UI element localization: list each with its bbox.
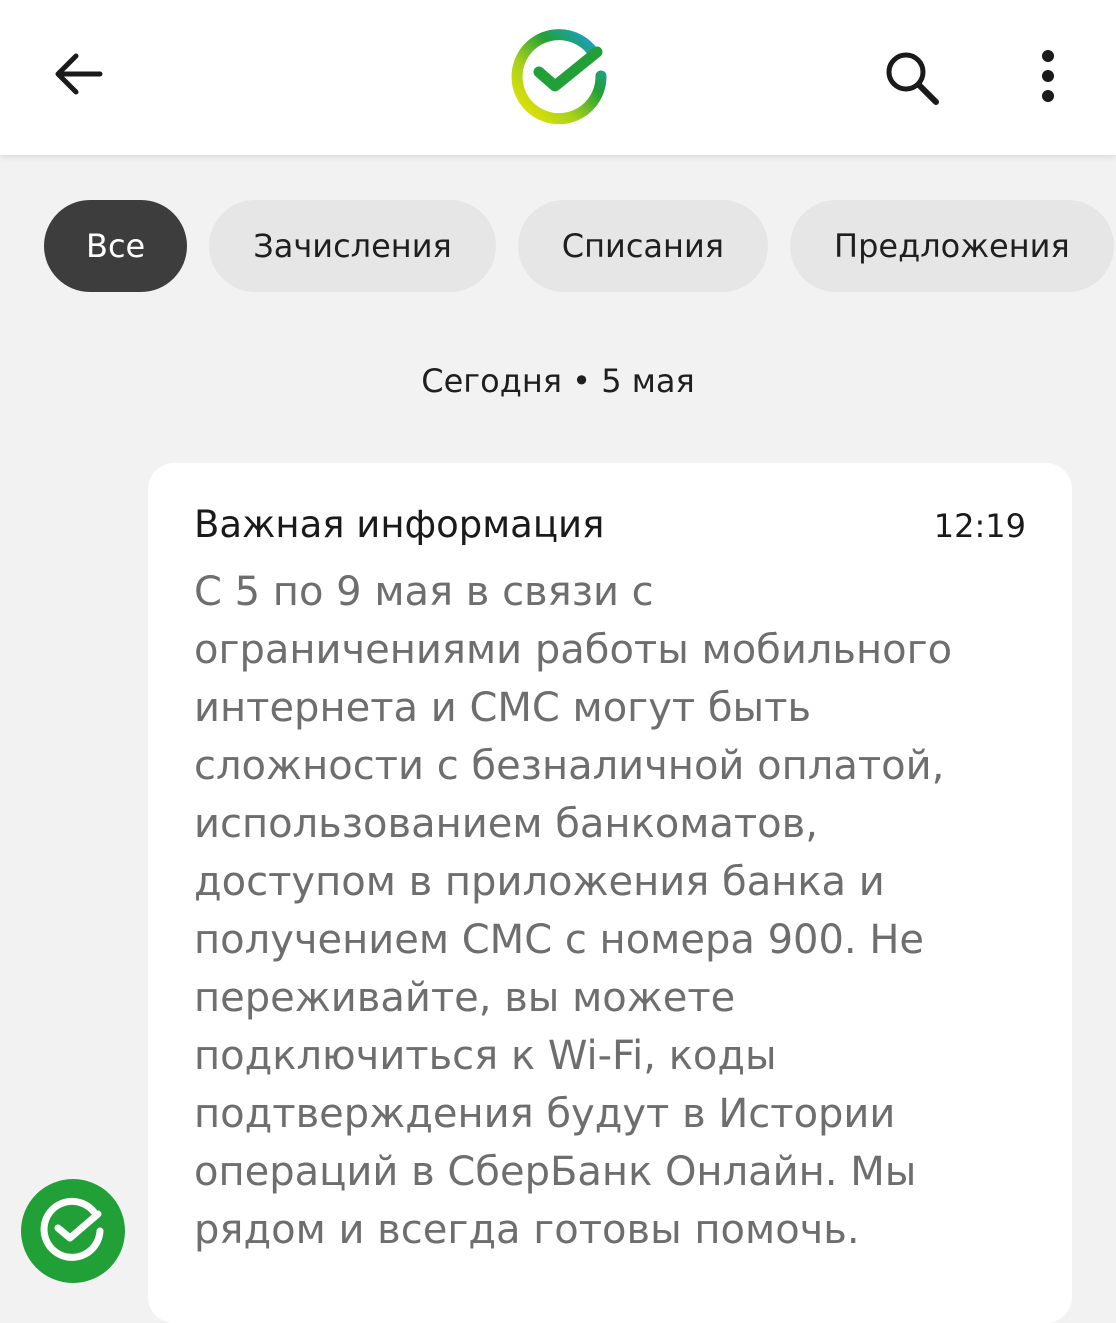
message-time: 12:19 xyxy=(933,507,1026,545)
message-line: рядом и всегда готовы помочь. xyxy=(194,1207,860,1253)
sber-avatar-icon xyxy=(21,1179,125,1283)
more-vertical-icon xyxy=(1042,50,1054,102)
more-options-button[interactable] xyxy=(1018,42,1078,112)
top-app-bar xyxy=(0,0,1116,155)
search-icon xyxy=(886,52,939,105)
message-body: С 5 по 9 мая в связи с ограничениями раб… xyxy=(194,563,994,1259)
message-line: сложности с безналичной оплатой, xyxy=(194,743,945,789)
message-line: использованием банкоматов, xyxy=(194,801,818,847)
message-line: ограничениями работы мобильного xyxy=(194,627,953,673)
message-line: интернета и СМС могут быть xyxy=(194,685,812,731)
message-line: операций в СберБанк Онлайн. Мы xyxy=(194,1149,917,1195)
back-button[interactable] xyxy=(48,42,112,106)
filter-chip-offers[interactable]: Предложения xyxy=(790,200,1114,292)
message-line: подключиться к Wi-Fi, коды xyxy=(194,1033,777,1079)
message-line: С 5 по 9 мая в связи с xyxy=(194,569,654,615)
filter-chip-all[interactable]: Все xyxy=(44,200,188,292)
search-button[interactable] xyxy=(876,42,946,112)
sber-logo-icon xyxy=(505,22,613,130)
message-line: подтверждения будут в Истории xyxy=(194,1091,896,1137)
message-line: переживайте, вы можете xyxy=(194,975,736,1021)
filter-chip-incoming[interactable]: Зачисления xyxy=(209,200,496,292)
message-title: Важная информация xyxy=(194,503,605,546)
sender-avatar xyxy=(20,1178,126,1284)
filter-chips: Все Зачисления Списания Предложения xyxy=(44,200,1116,292)
message-header: Важная информация 12:19 xyxy=(194,503,1026,559)
date-separator: Сегодня • 5 мая xyxy=(421,362,695,400)
message-card[interactable]: Важная информация 12:19 С 5 по 9 мая в с… xyxy=(148,463,1072,1323)
back-arrow-icon xyxy=(55,53,103,95)
message-line: получением СМС с номера 900. Не xyxy=(194,917,925,963)
filter-chip-outgoing[interactable]: Списания xyxy=(517,200,768,292)
message-line: доступом в приложения банка и xyxy=(194,859,885,905)
